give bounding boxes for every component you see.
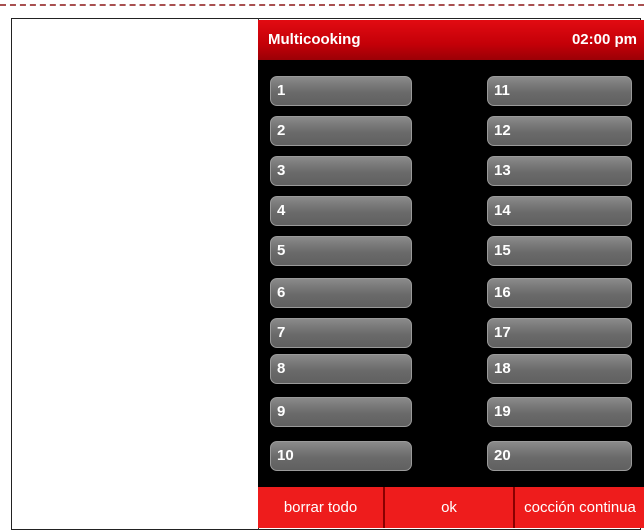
program-slot-13[interactable]: 13 — [487, 156, 632, 186]
program-slot-5[interactable]: 5 — [270, 236, 412, 266]
program-slot-16[interactable]: 16 — [487, 278, 632, 308]
footer-bar: borrar todo ok cocción continua — [258, 487, 644, 528]
program-slot-20[interactable]: 20 — [487, 441, 632, 471]
program-slot-10[interactable]: 10 — [270, 441, 412, 471]
continuous-cooking-button[interactable]: cocción continua — [515, 487, 644, 528]
page-frame: Multicooking 02:00 pm 1 2 3 4 5 6 7 8 9 … — [0, 0, 644, 530]
program-slot-9[interactable]: 9 — [270, 397, 412, 427]
program-slot-6[interactable]: 6 — [270, 278, 412, 308]
program-slot-2[interactable]: 2 — [270, 116, 412, 146]
program-slot-12[interactable]: 12 — [487, 116, 632, 146]
program-slot-3[interactable]: 3 — [270, 156, 412, 186]
clear-all-button[interactable]: borrar todo — [258, 487, 385, 528]
program-slot-7[interactable]: 7 — [270, 318, 412, 348]
program-slot-1[interactable]: 1 — [270, 76, 412, 106]
program-slot-14[interactable]: 14 — [487, 196, 632, 226]
program-slot-15[interactable]: 15 — [487, 236, 632, 266]
program-slot-19[interactable]: 19 — [487, 397, 632, 427]
screen-header: Multicooking 02:00 pm — [258, 20, 644, 60]
ok-button[interactable]: ok — [385, 487, 515, 528]
program-slot-18[interactable]: 18 — [487, 354, 632, 384]
program-slot-11[interactable]: 11 — [487, 76, 632, 106]
device-screen: Multicooking 02:00 pm 1 2 3 4 5 6 7 8 9 … — [258, 20, 644, 528]
program-slot-4[interactable]: 4 — [270, 196, 412, 226]
screen-title: Multicooking — [268, 31, 361, 48]
clock-time: 02:00 pm — [571, 31, 637, 48]
program-slot-17[interactable]: 17 — [487, 318, 632, 348]
program-slot-8[interactable]: 8 — [270, 354, 412, 384]
dashed-border — [0, 4, 644, 6]
